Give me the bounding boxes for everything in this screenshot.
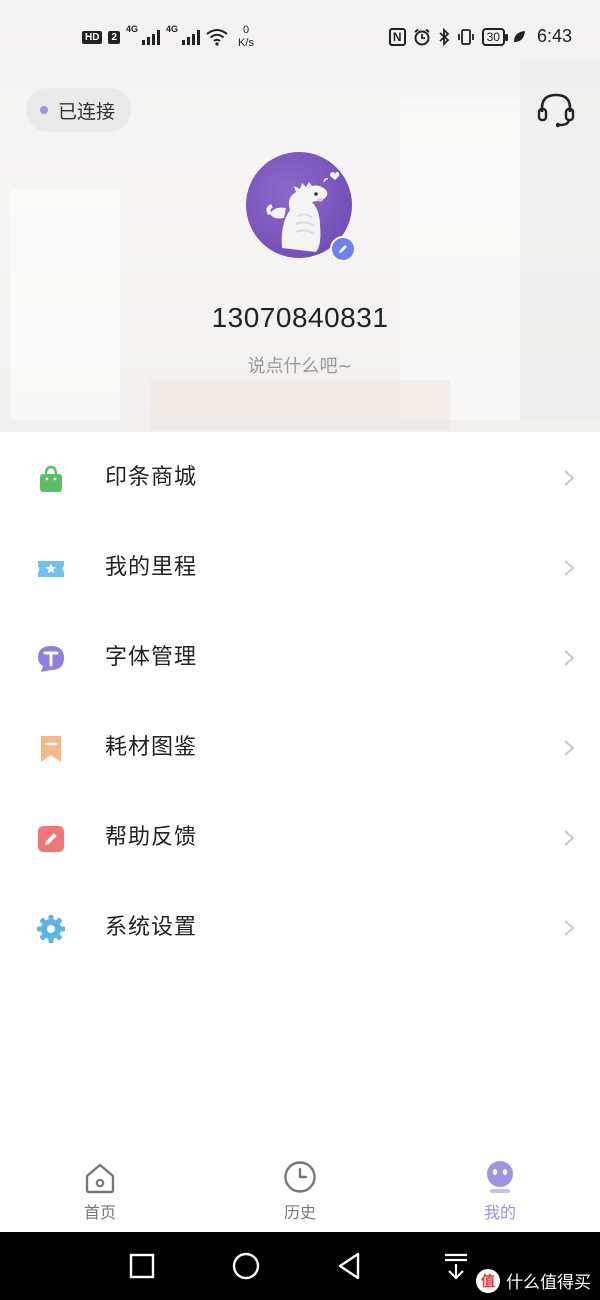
chevron-right-icon <box>564 470 575 486</box>
notification-pulldown-icon[interactable] <box>440 1250 472 1282</box>
headset-icon[interactable] <box>536 90 576 130</box>
clock-time: 6:43 <box>536 26 572 46</box>
watermark: 值 什么值得买 <box>476 1268 591 1293</box>
menu-list: 印条商城 我的里程 字体管理 耗材图鉴 帮助反馈 系统设置 <box>0 433 600 973</box>
chevron-right-icon <box>564 650 575 666</box>
tab-label: 我的 <box>483 1203 516 1222</box>
chevron-right-icon <box>564 920 575 936</box>
bio-text[interactable]: 说点什么吧~ <box>0 352 600 378</box>
menu-item-settings[interactable]: 系统设置 <box>0 883 600 973</box>
edit-avatar-icon[interactable] <box>330 236 356 262</box>
battery-indicator: 30 <box>481 27 509 46</box>
avatar[interactable] <box>246 152 356 262</box>
alarm-icon <box>413 28 430 45</box>
ticket-star-icon <box>26 544 76 594</box>
connection-status-pill[interactable]: 已连接 <box>26 88 132 132</box>
chevron-right-icon <box>564 740 575 756</box>
menu-item-label: 我的里程 <box>105 555 198 580</box>
menu-item-label: 印条商城 <box>105 465 198 490</box>
network-speed-value: 0 <box>242 24 250 36</box>
home-icon <box>85 1163 115 1194</box>
leaf-icon <box>513 30 525 42</box>
gear-icon <box>26 904 76 954</box>
hd-voice-badge: HD <box>82 30 103 44</box>
tab-history[interactable]: 历史 <box>260 1159 340 1223</box>
clock-icon <box>284 1161 316 1193</box>
menu-item-shop[interactable]: 印条商城 <box>0 433 600 523</box>
menu-item-mileage[interactable]: 我的里程 <box>0 523 600 613</box>
shopping-bag-icon <box>26 454 76 504</box>
tab-label: 历史 <box>283 1203 316 1222</box>
wifi-icon <box>206 29 228 46</box>
profile-face-icon <box>487 1161 513 1193</box>
network-type-1: 4G <box>126 24 139 34</box>
tab-home[interactable]: 首页 <box>60 1161 140 1223</box>
tab-mine[interactable]: 我的 <box>460 1159 540 1223</box>
menu-item-consumables[interactable]: 耗材图鉴 <box>0 703 600 793</box>
menu-item-label: 系统设置 <box>105 915 198 940</box>
chevron-right-icon <box>564 560 575 576</box>
chevron-right-icon <box>564 830 575 846</box>
menu-item-label: 耗材图鉴 <box>105 735 198 760</box>
menu-item-fonts[interactable]: 字体管理 <box>0 613 600 703</box>
connection-status-label: 已连接 <box>58 100 116 123</box>
bottom-tab-bar: 首页 历史 我的 <box>0 1145 600 1232</box>
menu-item-label: 帮助反馈 <box>105 825 198 850</box>
watermark-logo: 值 <box>476 1268 500 1293</box>
network-speed: 0 K/s <box>238 24 254 50</box>
recent-apps-square-icon[interactable] <box>126 1250 158 1282</box>
vibrate-icon <box>457 28 474 45</box>
bluetooth-icon <box>439 27 449 46</box>
home-circle-icon[interactable] <box>230 1250 262 1282</box>
network-speed-unit: K/s <box>238 37 254 49</box>
edit-pencil-icon <box>26 814 76 864</box>
menu-item-label: 字体管理 <box>105 645 198 670</box>
network-type-2: 4G <box>166 24 179 34</box>
tab-label: 首页 <box>83 1203 116 1222</box>
font-t-icon <box>26 634 76 684</box>
menu-item-feedback[interactable]: 帮助反馈 <box>0 793 600 883</box>
connection-dot-icon <box>40 106 48 114</box>
watermark-text: 什么值得买 <box>506 1273 591 1293</box>
nfc-icon: N <box>388 27 406 46</box>
status-bar: HD 2 4G 4G 0 K/s N 30 6:43 <box>0 0 600 72</box>
signal-strength-icon <box>182 29 201 45</box>
back-triangle-icon[interactable] <box>334 1250 366 1282</box>
bookmark-icon <box>26 724 76 774</box>
signal-strength-icon <box>142 29 161 45</box>
sim-number: 2 <box>108 30 121 44</box>
username[interactable]: 13070840831 <box>0 302 600 334</box>
